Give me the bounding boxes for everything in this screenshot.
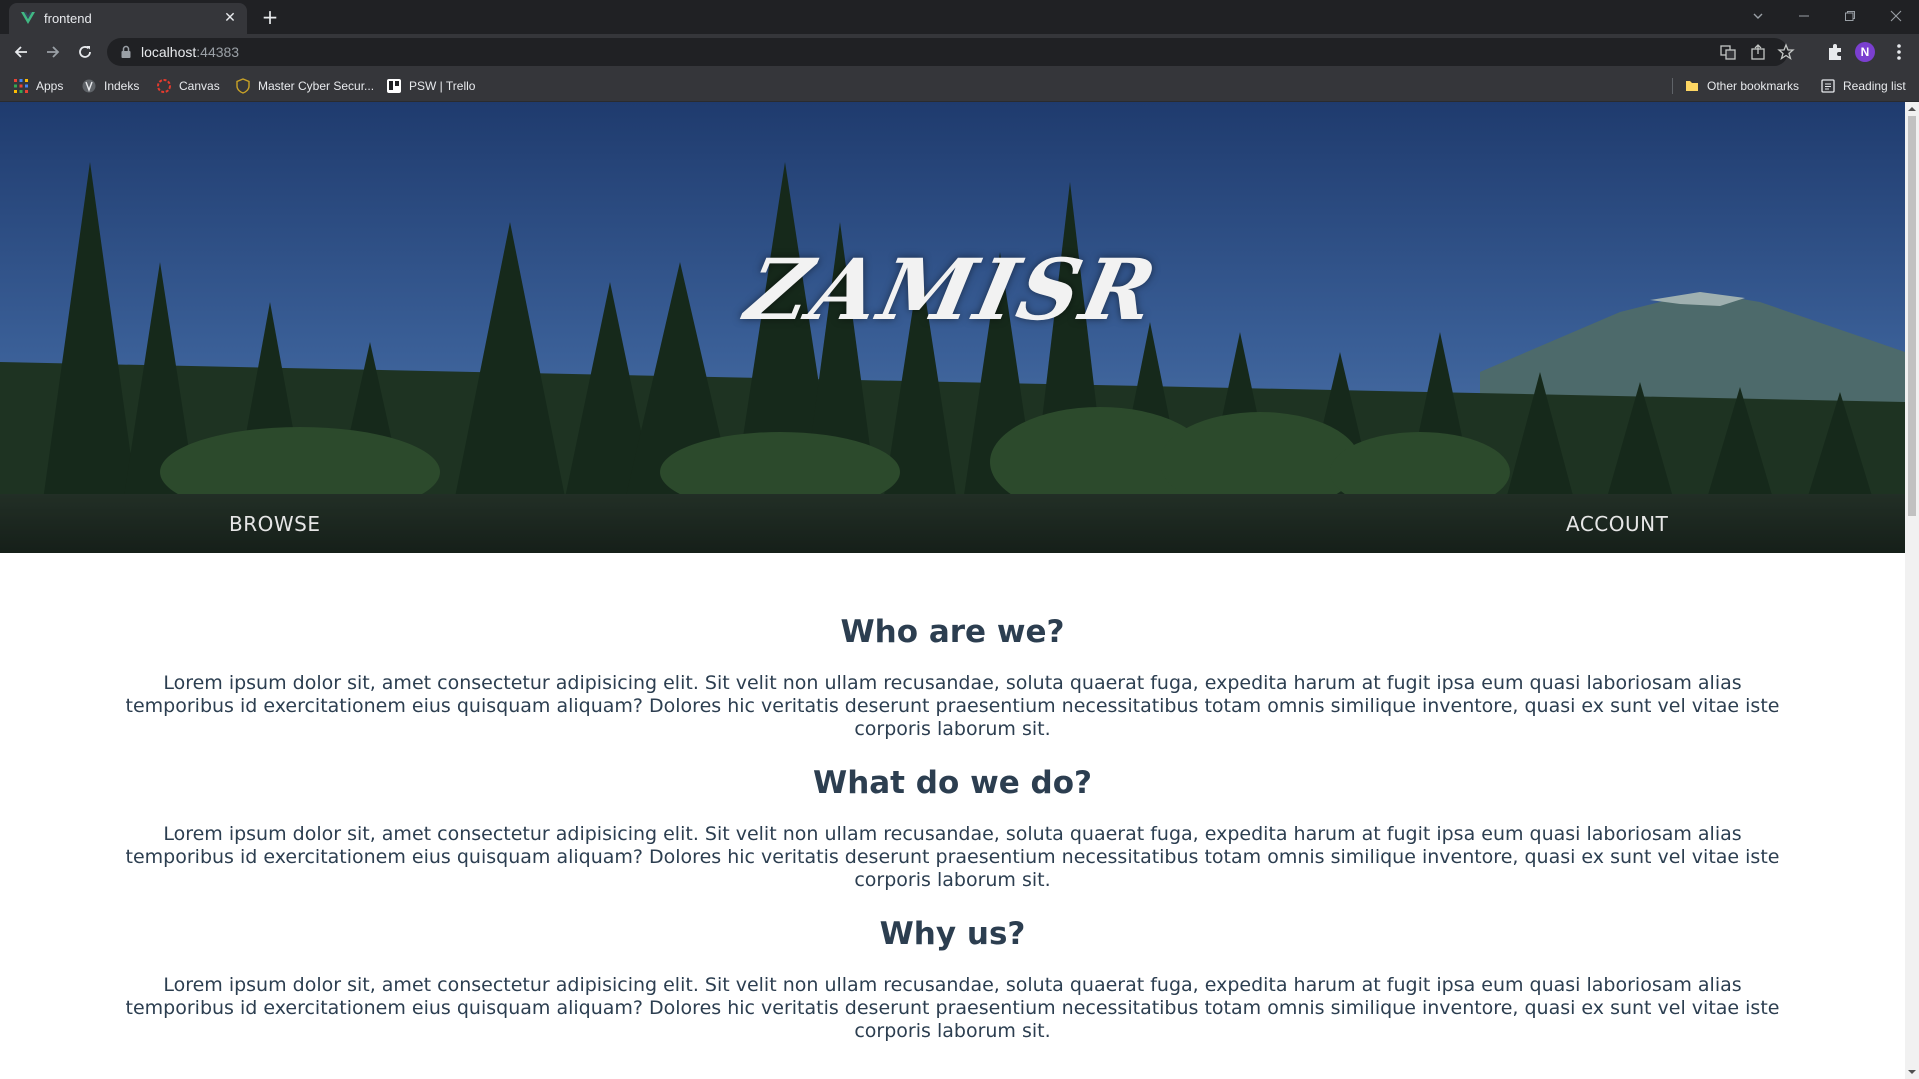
scroll-thumb[interactable] [1908, 116, 1916, 516]
extensions-puzzle-icon[interactable] [1824, 41, 1846, 63]
bookmark-master-cyber[interactable]: Master Cyber Secur... [235, 77, 374, 95]
section-body: Lorem ipsum dolor sit, amet consectetur … [125, 974, 1780, 1042]
brand-logo: ZAMISR [738, 240, 1167, 339]
close-window-button[interactable] [1873, 2, 1919, 28]
section-body: Lorem ipsum dolor sit, amet consectetur … [125, 672, 1780, 740]
reading-list-icon [1820, 78, 1836, 94]
bookmarks-divider [1672, 78, 1673, 94]
page-scrollbar[interactable] [1905, 102, 1919, 1079]
arrow-left-icon [14, 46, 27, 58]
browser-toolbar: localhost:44383 N [0, 34, 1919, 70]
browser-tabstrip: frontend ✕ + [0, 0, 1919, 34]
account-link[interactable]: ACCOUNT [1566, 512, 1668, 536]
arrow-right-icon [47, 46, 60, 58]
restore-window-button[interactable] [1827, 2, 1873, 28]
trello-icon [386, 78, 402, 94]
section-why: Why us? Lorem ipsum dolor sit, amet cons… [110, 916, 1795, 1043]
close-tab-icon[interactable]: ✕ [221, 9, 239, 27]
reload-button[interactable] [72, 39, 98, 65]
reading-list-label: Reading list [1843, 79, 1906, 93]
vue-logo-icon [20, 10, 36, 26]
browse-link[interactable]: BROWSE [229, 512, 320, 536]
other-bookmarks[interactable]: Other bookmarks [1684, 77, 1799, 95]
minimize-window-button[interactable] [1781, 2, 1827, 28]
scroll-up-arrow-icon[interactable] [1908, 105, 1916, 113]
shield-icon [235, 78, 251, 94]
bookmark-label: PSW | Trello [409, 79, 476, 93]
section-what: What do we do? Lorem ipsum dolor sit, am… [110, 765, 1795, 892]
new-tab-button[interactable]: + [258, 6, 282, 30]
address-bar[interactable]: localhost:44383 [107, 38, 1795, 66]
back-button[interactable] [8, 39, 34, 65]
translate-icon[interactable] [1719, 43, 1737, 61]
reload-icon [79, 46, 91, 58]
bookmark-label: Indeks [104, 79, 140, 93]
section-body: Lorem ipsum dolor sit, amet consectetur … [125, 823, 1780, 891]
reading-list[interactable]: Reading list [1820, 77, 1906, 95]
tab-title: frontend [44, 11, 92, 26]
browser-tab[interactable]: frontend ✕ [9, 3, 247, 34]
forward-button[interactable] [40, 39, 66, 65]
indeks-icon [81, 78, 97, 94]
bookmark-label: Canvas [179, 79, 220, 93]
tab-search-icon[interactable] [1735, 2, 1781, 28]
canvas-icon [156, 78, 172, 94]
scroll-down-arrow-icon[interactable] [1908, 1068, 1916, 1076]
section-title: Why us? [879, 916, 1026, 952]
bookmark-label: Master Cyber Secur... [258, 79, 375, 93]
section-title: Who are we? [840, 614, 1065, 650]
hero-nav: BROWSE ACCOUNT [0, 494, 1905, 553]
hero-banner: ZAMISR BROWSE ACCOUNT [0, 102, 1905, 553]
page-viewport: ZAMISR BROWSE ACCOUNT Who are we? Lorem … [0, 102, 1905, 1079]
lock-icon [121, 45, 131, 58]
bookmark-apps[interactable]: Apps [13, 77, 63, 95]
section-who: Who are we? Lorem ipsum dolor sit, amet … [110, 614, 1795, 741]
section-title: What do we do? [813, 765, 1092, 801]
profile-avatar[interactable]: N [1855, 42, 1875, 62]
share-icon[interactable] [1749, 43, 1767, 61]
bookmark-canvas[interactable]: Canvas [156, 77, 220, 95]
bookmark-indeks[interactable]: Indeks [81, 77, 139, 95]
other-bookmarks-label: Other bookmarks [1707, 79, 1800, 93]
folder-icon [1684, 78, 1700, 94]
bookmark-label: Apps [36, 79, 64, 93]
url-text: localhost:44383 [141, 44, 240, 60]
kebab-menu-icon[interactable] [1888, 41, 1910, 63]
bookmark-trello[interactable]: PSW | Trello [386, 77, 475, 95]
star-bookmark-icon[interactable] [1777, 43, 1795, 61]
apps-grid-icon [13, 78, 29, 94]
bookmarks-bar: Apps Indeks Canvas Master Cyber Secur...… [0, 70, 1919, 102]
